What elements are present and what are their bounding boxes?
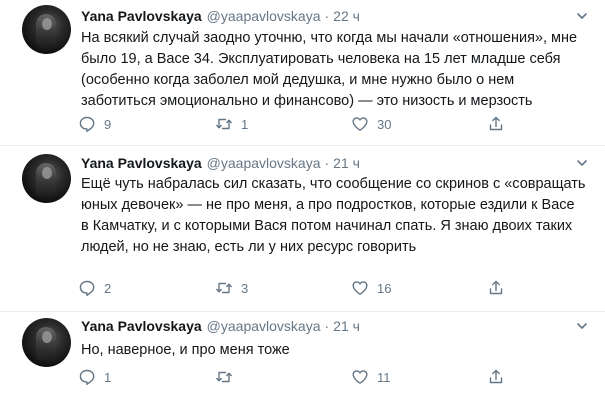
chevron-down-icon[interactable] [576, 320, 588, 332]
share-icon [489, 369, 503, 384]
tweet-text: Но, наверное, и про меня тоже [81, 342, 290, 358]
retweet-button[interactable]: 1 [215, 115, 248, 133]
avatar[interactable] [22, 5, 71, 54]
tweet-timestamp[interactable]: 22 ч [333, 8, 360, 24]
tweet-actions: 1 11 [78, 368, 508, 386]
author-name[interactable]: Yana Pavlovskaya [81, 318, 202, 334]
like-count: 30 [377, 116, 392, 132]
author-handle[interactable]: @yaapavlovskaya [207, 318, 321, 334]
avatar[interactable] [22, 318, 71, 367]
retweet-icon [216, 371, 232, 383]
retweet-button[interactable] [215, 368, 241, 386]
chevron-down-icon[interactable] [576, 10, 588, 22]
like-button[interactable]: 30 [351, 115, 391, 133]
tweet-text: Ещё чуть набралась сил сказать, что сооб… [81, 176, 586, 255]
like-button[interactable]: 16 [351, 279, 391, 297]
tweet-actions: 2 3 16 [78, 279, 508, 297]
reply-button[interactable]: 9 [78, 115, 111, 133]
share-icon [489, 280, 503, 295]
tweet[interactable]: Yana Pavlovskaya @yaapavlovskaya · 22 ч … [0, 0, 605, 145]
share-button[interactable] [487, 279, 505, 297]
retweet-icon [216, 118, 232, 130]
tweet[interactable]: Yana Pavlovskaya @yaapavlovskaya · 21 ч … [0, 146, 605, 311]
heart-icon [352, 370, 368, 384]
reply-icon [79, 369, 95, 385]
like-count: 16 [377, 280, 392, 296]
retweet-button[interactable]: 3 [215, 279, 248, 297]
separator-dot: · [324, 155, 330, 171]
reply-button[interactable]: 1 [78, 368, 111, 386]
heart-icon [352, 117, 368, 131]
share-button[interactable] [487, 368, 505, 386]
avatar[interactable] [22, 154, 71, 203]
tweet-timestamp[interactable]: 21 ч [333, 155, 360, 171]
tweet-header: Yana Pavlovskaya @yaapavlovskaya · 21 ч [81, 153, 360, 173]
reply-button[interactable]: 2 [78, 279, 111, 297]
tweet-header: Yana Pavlovskaya @yaapavlovskaya · 22 ч [81, 6, 360, 26]
chevron-down-icon[interactable] [576, 157, 588, 169]
tweet-timestamp[interactable]: 21 ч [333, 318, 360, 334]
reply-count: 2 [104, 280, 112, 296]
tweet-text: На всякий случай заодно уточню, что когд… [81, 30, 578, 109]
like-count: 11 [377, 369, 391, 385]
reply-icon [79, 116, 95, 132]
like-button[interactable]: 11 [351, 368, 391, 386]
author-name[interactable]: Yana Pavlovskaya [81, 8, 202, 24]
retweet-icon [216, 282, 232, 294]
author-handle[interactable]: @yaapavlovskaya [207, 8, 321, 24]
author-handle[interactable]: @yaapavlovskaya [207, 155, 321, 171]
tweet-actions: 9 1 30 [78, 115, 508, 133]
retweet-count: 3 [241, 280, 249, 296]
share-button[interactable] [487, 115, 505, 133]
tweet-header: Yana Pavlovskaya @yaapavlovskaya · 21 ч [81, 316, 360, 336]
heart-icon [352, 281, 368, 295]
tweet[interactable]: Yana Pavlovskaya @yaapavlovskaya · 21 ч … [0, 312, 605, 400]
reply-count: 9 [104, 116, 112, 132]
separator-dot: · [324, 8, 330, 24]
reply-icon [79, 280, 95, 296]
reply-count: 1 [104, 369, 112, 385]
retweet-count: 1 [241, 116, 249, 132]
share-icon [489, 116, 503, 131]
author-name[interactable]: Yana Pavlovskaya [81, 155, 202, 171]
separator-dot: · [324, 318, 330, 334]
